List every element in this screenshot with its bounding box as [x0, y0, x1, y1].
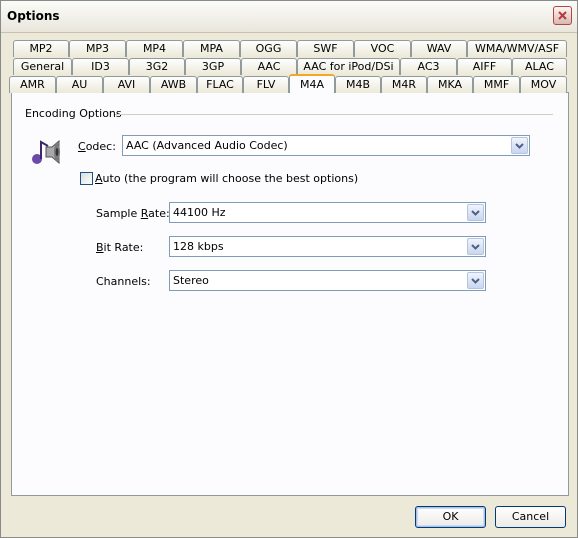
- tab-flac[interactable]: FLAC: [197, 76, 243, 93]
- options-dialog: Options MP2 MP3 MP4 MPA OGG SWF VOC WAV …: [0, 0, 578, 538]
- auto-checkbox[interactable]: [80, 172, 93, 185]
- bit-rate-label: Bit Rate:: [96, 241, 144, 254]
- tab-flv[interactable]: FLV: [243, 76, 289, 93]
- tab-aiff[interactable]: AIFF: [457, 58, 512, 75]
- codec-value: AAC (Advanced Audio Codec): [126, 139, 288, 152]
- tab-awb[interactable]: AWB: [150, 76, 197, 93]
- tab-mp3[interactable]: MP3: [69, 40, 126, 57]
- tab-general[interactable]: General: [13, 58, 72, 75]
- tab-voc[interactable]: VOC: [354, 40, 411, 57]
- tab-mmf[interactable]: MMF: [473, 76, 520, 93]
- m4a-tab-panel: Encoding Options Codec: AAC (Advanced Au…: [11, 92, 569, 496]
- tab-swf[interactable]: SWF: [297, 40, 354, 57]
- cancel-button[interactable]: Cancel: [495, 506, 566, 528]
- tab-aac[interactable]: AAC: [241, 58, 297, 75]
- tab-wav[interactable]: WAV: [411, 40, 467, 57]
- window-title: Options: [7, 9, 60, 23]
- chevron-down-icon: [471, 244, 480, 250]
- auto-label[interactable]: Auto (the program will choose the best o…: [95, 172, 358, 185]
- tab-ac3[interactable]: AC3: [400, 58, 457, 75]
- tab-avi[interactable]: AVI: [103, 76, 150, 93]
- group-divider: [115, 114, 553, 115]
- codec-select[interactable]: AAC (Advanced Audio Codec): [122, 135, 530, 156]
- tab-mov[interactable]: MOV: [520, 76, 567, 93]
- bit-rate-dropdown-arrow[interactable]: [467, 238, 484, 255]
- tab-mp4[interactable]: MP4: [126, 40, 183, 57]
- tab-m4b[interactable]: M4B: [335, 76, 381, 93]
- channels-label: Channels:: [96, 275, 151, 288]
- tab-wma-wmv-asf[interactable]: WMA/WMV/ASF: [467, 40, 567, 57]
- tab-alac[interactable]: ALAC: [512, 58, 567, 75]
- tab-m4r[interactable]: M4R: [381, 76, 427, 93]
- bit-rate-value: 128 kbps: [173, 240, 224, 253]
- close-icon: [558, 11, 567, 20]
- tab-aac-ipod-dsi[interactable]: AAC for iPod/DSi: [297, 58, 400, 75]
- chevron-down-icon: [515, 143, 524, 149]
- chevron-down-icon: [471, 278, 480, 284]
- ok-button[interactable]: OK: [415, 506, 486, 528]
- tab-3g2[interactable]: 3G2: [129, 58, 185, 75]
- channels-value: Stereo: [173, 274, 209, 287]
- chevron-down-icon: [471, 210, 480, 216]
- tab-mp2[interactable]: MP2: [13, 40, 69, 57]
- tab-amr[interactable]: AMR: [9, 76, 56, 93]
- tab-3gp[interactable]: 3GP: [185, 58, 241, 75]
- close-button[interactable]: [553, 6, 572, 25]
- tab-mka[interactable]: MKA: [427, 76, 473, 93]
- channels-select[interactable]: Stereo: [169, 270, 486, 291]
- sample-rate-select[interactable]: 44100 Hz: [169, 202, 486, 223]
- codec-dropdown-arrow[interactable]: [511, 137, 528, 154]
- channels-dropdown-arrow[interactable]: [467, 272, 484, 289]
- title-bar[interactable]: Options: [1, 1, 577, 33]
- sample-rate-dropdown-arrow[interactable]: [467, 204, 484, 221]
- speaker-music-icon: [30, 137, 64, 170]
- tab-m4a[interactable]: M4A: [289, 74, 335, 93]
- tab-au[interactable]: AU: [56, 76, 103, 93]
- encoding-options-title: Encoding Options: [25, 107, 122, 120]
- tab-ogg[interactable]: OGG: [240, 40, 297, 57]
- codec-label: Codec:: [78, 140, 116, 153]
- bit-rate-select[interactable]: 128 kbps: [169, 236, 486, 257]
- tab-id3[interactable]: ID3: [72, 58, 129, 75]
- tab-mpa[interactable]: MPA: [183, 40, 240, 57]
- sample-rate-label: Sample Rate:: [96, 207, 170, 220]
- sample-rate-value: 44100 Hz: [173, 206, 226, 219]
